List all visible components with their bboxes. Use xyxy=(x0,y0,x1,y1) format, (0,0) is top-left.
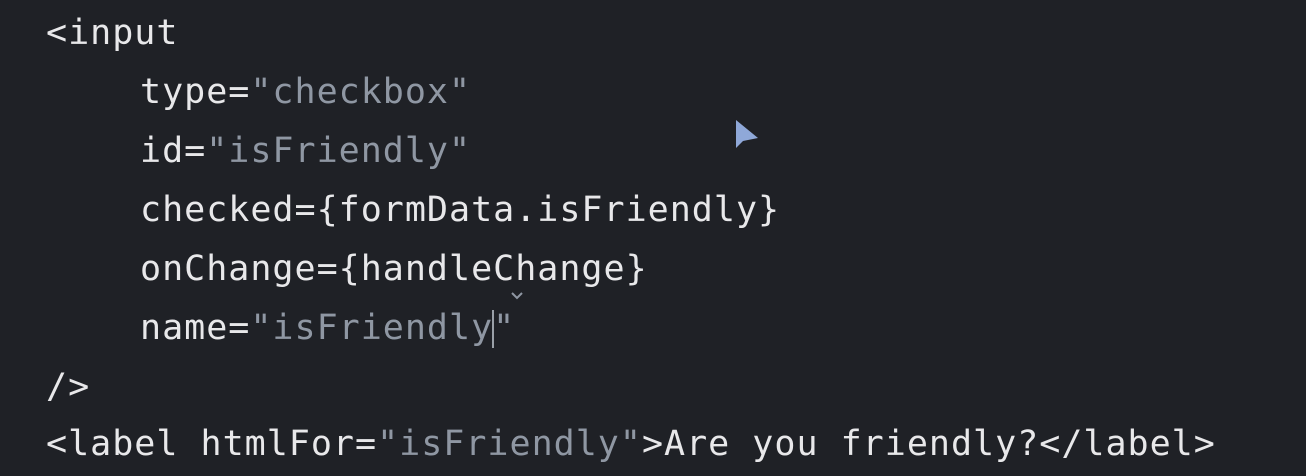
code-editor[interactable]: <input type="checkbox" id="isFriendly" c… xyxy=(0,0,1306,476)
attr-name: type= xyxy=(140,72,251,112)
attr-name: id= xyxy=(140,131,207,171)
attr-value: "checkbox" xyxy=(250,72,472,112)
code-text: /> xyxy=(46,367,91,407)
code-line-onchange-attr: onChange={handleChange} xyxy=(140,240,648,298)
mouse-pointer-icon xyxy=(736,120,758,148)
code-line-type-attr: type="checkbox" xyxy=(140,63,471,121)
code-text: <input xyxy=(46,13,179,53)
code-line-label: <label htmlFor="isFriendly">Are you frie… xyxy=(46,415,1216,473)
ibeam-cursor-icon xyxy=(511,292,523,300)
attr-value: "isFriendly xyxy=(250,308,494,348)
attr-value: "isFriendly" xyxy=(206,131,472,171)
code-text: onChange={handleChange} xyxy=(140,249,648,289)
code-line-id-attr: id="isFriendly" xyxy=(140,122,471,180)
attr-name: name= xyxy=(140,308,251,348)
code-line-name-attr: name="isFriendly" xyxy=(140,299,515,357)
label-open: <label htmlFor= xyxy=(46,424,378,464)
code-line-input-open: <input xyxy=(46,4,178,62)
label-text: >Are you friendly?</label> xyxy=(641,424,1216,464)
label-htmlfor-value: "isFriendly" xyxy=(377,424,642,464)
code-line-checked-attr: checked={formData.isFriendly} xyxy=(140,181,780,239)
code-line-input-close: /> xyxy=(46,358,90,416)
code-text: checked={formData.isFriendly} xyxy=(140,190,781,230)
attr-value-end: " xyxy=(493,308,516,348)
